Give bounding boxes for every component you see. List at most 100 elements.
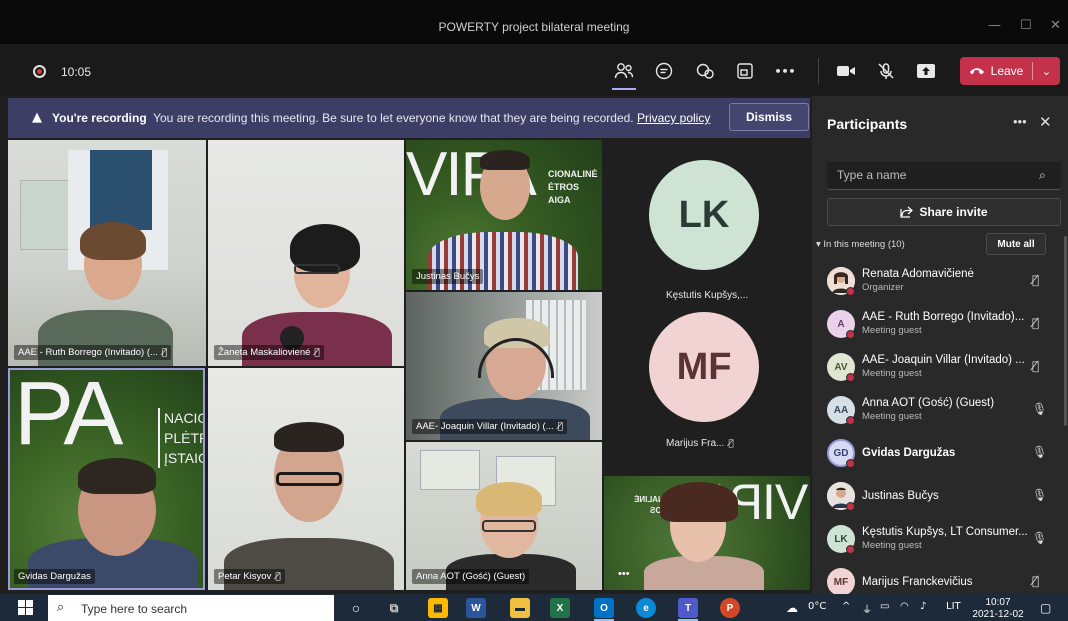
leave-label: Leave	[990, 64, 1024, 78]
status-badge	[846, 373, 855, 382]
participant-row-ruth[interactable]: A AAE - Ruth Borrego (Invitado)... Meeti…	[812, 304, 1068, 346]
recording-message: You are recording this meeting. Be sure …	[153, 111, 634, 125]
volume-icon[interactable]: ♪	[920, 601, 926, 612]
panel-close-icon[interactable]: ✕	[1039, 113, 1052, 131]
recording-banner: ▲ You're recording You are recording thi…	[8, 98, 810, 138]
chat-icon[interactable]	[651, 59, 677, 83]
mute-all-button[interactable]: Mute all	[986, 233, 1046, 255]
video-tile-petar[interactable]: Petar Kisyov 🎙̸	[208, 368, 404, 590]
video-tile-gvidas[interactable]: PA NACIO PLĖTR ĮSTAIG Gvidas Dargužas	[8, 368, 205, 590]
teams-icon[interactable]: T	[678, 598, 698, 618]
mic-muted-icon: 🎙̸	[1032, 359, 1040, 373]
status-badge	[846, 330, 855, 339]
participants-title: Participants	[827, 116, 908, 132]
status-badge	[846, 502, 855, 511]
minimize-button[interactable]: —	[988, 18, 1001, 33]
share-invite-button[interactable]: Share invite	[827, 198, 1061, 226]
file-explorer-icon[interactable]: ▬	[510, 598, 530, 618]
panel-more-icon[interactable]: •••	[1013, 114, 1027, 129]
maximize-button[interactable]: ☐	[1020, 18, 1032, 33]
participant-name: AAE - Ruth Borrego (Invitado)...	[862, 311, 1025, 323]
participants-panel: Participants ••• ✕ ⌕ Share invite ▾ In t…	[812, 96, 1068, 596]
status-badge	[846, 459, 855, 468]
taskbar-clock[interactable]: 10:07 2021-12-02	[972, 597, 1024, 621]
mic-muted-icon: 🎙̸	[728, 439, 734, 449]
mic-icon: 🎙	[1032, 445, 1048, 459]
tile-more-icon[interactable]: •••	[618, 568, 630, 580]
cortana-icon[interactable]: ○	[346, 598, 366, 618]
rooms-icon[interactable]	[732, 59, 758, 83]
avatar-tile-marijus[interactable]: MF Marijus Fra... 🎙̸	[604, 306, 810, 472]
excel-icon[interactable]: X	[550, 598, 570, 618]
warning-icon: ▲	[32, 110, 42, 125]
participant-row-joaquin[interactable]: AV AAE- Joaquin Villar (Invitado) ... Me…	[812, 347, 1068, 389]
status-badge	[846, 545, 855, 554]
privacy-policy-link[interactable]: Privacy policy	[637, 111, 710, 125]
video-tile-guest[interactable]: VIPA IONALINĖ TROS •••	[604, 476, 810, 590]
avatar-tile-kestutis[interactable]: LK Kęstutis Kupšys,...	[604, 140, 810, 305]
usb-icon[interactable]: ⏚	[862, 601, 872, 616]
avatar: LK	[649, 160, 759, 270]
people-active-indicator	[612, 88, 636, 90]
participant-name: Renata Adomavičienė	[862, 268, 974, 280]
video-tile-ruth[interactable]: AAE - Ruth Borrego (Invitado) (... 🎙̸	[8, 140, 206, 366]
participant-name: AAE- Joaquin Villar (Invitado) ...	[862, 354, 1025, 366]
temperature: 0°C	[808, 601, 827, 612]
mic-muted-icon[interactable]	[873, 59, 899, 83]
video-tile-zaneta[interactable]: Žaneta Maskalioviené 🎙̸	[208, 140, 404, 366]
task-view-icon[interactable]: ⧉	[384, 598, 404, 618]
powerpoint-icon[interactable]: P	[720, 598, 740, 618]
dismiss-button[interactable]: Dismiss	[729, 103, 809, 131]
share-screen-icon[interactable]	[913, 59, 939, 83]
windows-start-icon[interactable]	[18, 600, 33, 615]
wifi-icon[interactable]: ◠	[900, 601, 909, 612]
mic-muted-icon: 🎙̸	[275, 572, 281, 582]
toolbar-separator	[818, 58, 819, 84]
mic-muted-icon: 🎙̸	[1032, 316, 1040, 330]
close-window-button[interactable]: ✕	[1050, 18, 1061, 33]
share-icon	[900, 206, 914, 218]
participant-row-anna[interactable]: AA Anna AOT (Gość) (Guest) Meeting guest…	[812, 390, 1068, 432]
participant-row-justinas[interactable]: Justinas Bučys 🎙	[812, 476, 1068, 518]
participant-role: Meeting guest	[862, 368, 922, 379]
word-icon[interactable]: W	[466, 598, 486, 618]
in-meeting-header[interactable]: ▾ In this meeting (10)	[816, 239, 905, 250]
tile-label: Petar Kisyov 🎙̸	[214, 569, 285, 584]
reactions-icon[interactable]	[692, 59, 718, 83]
weather-icon[interactable]: ☁	[786, 601, 798, 615]
video-tile-anna[interactable]: Anna AOT (Gość) (Guest)	[406, 442, 602, 590]
mic-icon: 🎙	[1032, 531, 1048, 545]
video-tile-justinas[interactable]: VIPA CIONALINĖ ĖTROS AIGA Justinas Bučys	[406, 140, 602, 290]
more-actions-icon[interactable]: •••	[772, 59, 798, 83]
store-icon[interactable]: ▦	[428, 598, 448, 618]
status-badge	[846, 287, 855, 296]
participant-row-renata[interactable]: Renata Adomavičienė Organizer 🎙̸	[812, 261, 1068, 303]
tile-label: Anna AOT (Gość) (Guest)	[412, 569, 530, 584]
participant-row-gvidas[interactable]: GD Gvidas Dargužas 🎙	[812, 433, 1068, 475]
battery-icon[interactable]: ▭	[880, 601, 889, 612]
video-tile-joaquin[interactable]: AAE- Joaquin Villar (Invitado) (... 🎙̸	[406, 292, 602, 440]
mic-muted-icon: 🎙̸	[1032, 273, 1040, 287]
windows-taskbar: ⌕ Type here to search ○ ⧉ ▦ W ▬ X O e T …	[0, 594, 1068, 621]
panel-scrollbar[interactable]	[1064, 236, 1067, 426]
leave-options-chevron-icon[interactable]: ⌄	[1033, 57, 1060, 85]
edge-icon[interactable]: e	[636, 598, 656, 618]
participant-search-input[interactable]	[837, 168, 1027, 182]
taskbar-search[interactable]: ⌕ Type here to search	[48, 595, 334, 621]
camera-icon[interactable]	[833, 59, 859, 83]
notifications-icon[interactable]: ▢	[1040, 601, 1051, 615]
search-icon: ⌕	[57, 600, 65, 615]
people-icon[interactable]	[611, 59, 637, 83]
language-indicator[interactable]: LIT	[946, 601, 961, 612]
tile-label: Justinas Bučys	[412, 269, 484, 284]
search-icon[interactable]: ⌕	[1039, 168, 1046, 183]
participant-row-kestutis[interactable]: LK Kęstutis Kupšys, LT Consumer... Meeti…	[812, 519, 1068, 561]
tray-chevron-icon[interactable]: ^	[842, 601, 850, 612]
pa-side-text: NACIO PLĖTR ĮSTAIG	[164, 410, 205, 466]
participant-name: Gvidas Dargužas	[862, 447, 956, 459]
leave-button[interactable]: Leave	[960, 57, 1032, 85]
outlook-icon[interactable]: O	[594, 598, 614, 618]
participant-name: Justinas Bučys	[862, 490, 939, 502]
mic-muted-icon: 🎙̸	[557, 422, 564, 432]
window-title: POWERTY project bilateral meeting	[438, 20, 630, 34]
